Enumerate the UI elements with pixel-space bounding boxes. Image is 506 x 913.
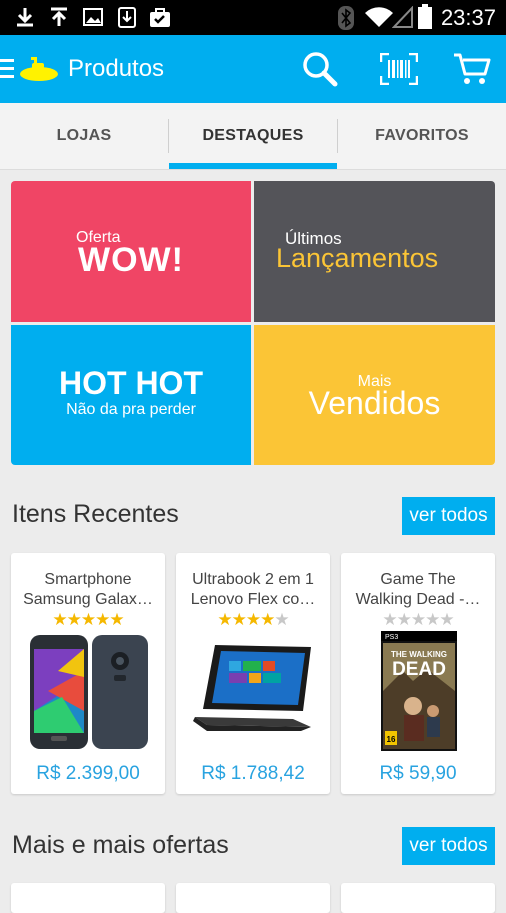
status-bar: 23:37	[0, 0, 506, 35]
download-box-icon	[118, 7, 136, 28]
cart-button[interactable]	[450, 47, 494, 91]
product-name: Smartphone Samsung Galax…	[23, 571, 153, 608]
download-icon	[17, 8, 33, 27]
tile-lancamentos-big: Lançamentos	[276, 243, 439, 273]
search-button[interactable]	[298, 47, 342, 91]
menu-icon	[0, 59, 14, 78]
barcode-scan-button[interactable]	[377, 47, 421, 91]
star-empty-icon: ★	[396, 610, 412, 629]
cover-age-rating: 16	[387, 735, 396, 744]
cart-icon	[454, 53, 491, 84]
image-icon	[83, 8, 103, 26]
tile-ultimos-lancamentos[interactable]: Últimos Lançamentos	[254, 181, 495, 322]
tile-oferta-wow[interactable]: Oferta WOW!	[11, 181, 251, 322]
product-price: R$ 59,90	[379, 763, 457, 784]
tile-hot-small: Não da pra perder	[66, 401, 196, 418]
rating-stars: ★★★★★	[176, 610, 330, 630]
tile-hot-big: HOT HOT	[59, 365, 203, 401]
ver-todos-ofertas-button[interactable]: ver todos	[402, 827, 495, 865]
product-price: R$ 1.788,42	[201, 763, 305, 784]
star-empty-icon: ★	[382, 610, 397, 629]
star-filled-icon: ★	[80, 610, 96, 629]
tab-label: DESTAQUES	[202, 127, 304, 144]
wifi-icon	[365, 7, 393, 27]
star-filled-icon: ★	[109, 610, 124, 629]
star-filled-icon: ★	[217, 610, 232, 629]
tab-destaques[interactable]: DESTAQUES	[169, 103, 337, 169]
tab-lojas[interactable]: LOJAS	[0, 103, 168, 169]
product-card[interactable]: Ultrabook 2 em 1 Lenovo Flex co… ★★★★★ R…	[176, 553, 330, 794]
product-card[interactable]	[11, 883, 165, 913]
samsung-phone-image	[30, 635, 148, 749]
tile-oferta-big: WOW!	[78, 241, 184, 279]
rating-stars: ★★★★★	[11, 610, 165, 630]
star-empty-icon: ★	[410, 610, 426, 629]
star-filled-icon: ★	[260, 610, 275, 629]
star-empty-icon: ★	[425, 610, 440, 629]
upload-icon	[51, 7, 67, 26]
star-filled-icon: ★	[95, 610, 110, 629]
page-title: Produtos	[68, 55, 165, 82]
ver-todos-recentes-button[interactable]: ver todos	[402, 497, 495, 535]
section-title-mais-ofertas: Mais e mais ofertas	[12, 831, 229, 859]
star-empty-icon: ★	[439, 610, 454, 629]
star-filled-icon: ★	[245, 610, 261, 629]
star-filled-icon: ★	[52, 610, 67, 629]
star-filled-icon: ★	[231, 610, 247, 629]
cover-title-line2: DEAD	[392, 659, 446, 680]
bluetooth-icon	[338, 6, 354, 30]
tab-selected-indicator	[169, 163, 337, 169]
clock: 23:37	[440, 5, 496, 30]
tile-vendidos-big: Vendidos	[308, 385, 441, 421]
app-bar: Produtos	[0, 35, 506, 103]
product-card[interactable]	[341, 883, 495, 913]
tab-label: LOJAS	[56, 127, 112, 144]
section-title-recentes: Itens Recentes	[12, 500, 179, 528]
submarine-logo-icon	[20, 57, 58, 81]
product-price: R$ 2.399,00	[36, 763, 140, 784]
walking-dead-game-cover-image: PS3 THE WALKING DEAD 16	[381, 631, 457, 751]
search-icon	[303, 52, 338, 87]
battery-icon	[418, 4, 432, 29]
product-card[interactable]: Smartphone Samsung Galax… ★★★★★ R$ 2.399…	[11, 553, 165, 794]
rating-stars: ★★★★★	[341, 610, 495, 630]
product-card[interactable]	[176, 883, 330, 913]
star-filled-icon: ★	[66, 610, 82, 629]
product-name: Ultrabook 2 em 1 Lenovo Flex co…	[190, 571, 316, 608]
star-empty-icon: ★	[274, 610, 289, 629]
shopping-bag-check-icon	[150, 8, 170, 27]
signal-icon	[392, 6, 413, 28]
tile-mais-vendidos[interactable]: Mais Vendidos	[254, 325, 495, 465]
cover-title-line1: THE WALKING	[391, 650, 447, 659]
tab-favoritos[interactable]: FAVORITOS	[338, 103, 506, 169]
cover-platform-label: PS3	[385, 634, 398, 641]
nav-drawer-button[interactable]	[0, 53, 66, 87]
tab-label: FAVORITOS	[375, 127, 469, 144]
product-name: Game The Walking Dead -…	[355, 571, 481, 608]
tab-bar: LOJAS DESTAQUES FAVORITOS	[0, 103, 506, 170]
lenovo-laptop-image	[193, 645, 311, 731]
tile-hot-hot[interactable]: HOT HOT Não da pra perder	[11, 325, 251, 465]
product-card[interactable]: Game The Walking Dead -… ★★★★★ PS3 THE W…	[341, 553, 495, 794]
barcode-icon	[380, 53, 418, 85]
